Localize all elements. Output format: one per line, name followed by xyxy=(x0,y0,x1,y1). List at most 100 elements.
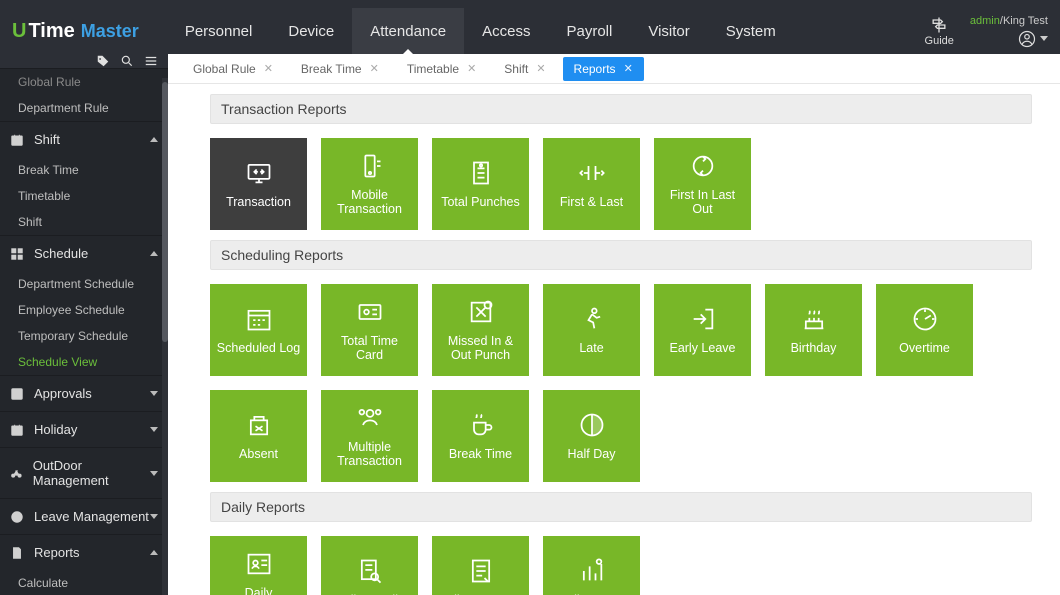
app-header: UTime Master PersonnelDeviceAttendanceAc… xyxy=(0,8,1060,54)
card-label: Birthday xyxy=(791,341,837,355)
nav-item-personnel[interactable]: Personnel xyxy=(167,8,271,54)
close-icon[interactable]: ✕ xyxy=(536,62,545,75)
report-card-mobile-transaction[interactable]: Mobile Transaction xyxy=(321,138,418,230)
card-label: Absent xyxy=(239,447,278,461)
tag-icon[interactable] xyxy=(96,54,110,68)
guide-label: Guide xyxy=(925,35,954,47)
tab-reports[interactable]: Reports✕ xyxy=(563,57,644,81)
report-card-missed-in-out-punch[interactable]: Missed In & Out Punch xyxy=(432,284,529,376)
tab-timetable[interactable]: Timetable✕ xyxy=(396,57,487,81)
chevron-down-icon xyxy=(150,514,158,519)
report-card-total-time-card[interactable]: Total Time Card xyxy=(321,284,418,376)
chevron-down-icon xyxy=(1040,36,1048,41)
report-card-daily-summary[interactable]: Daily Summary xyxy=(432,536,529,595)
sidebar-item-global-rule[interactable]: Global Rule xyxy=(0,69,168,95)
chevron-down-icon xyxy=(150,391,158,396)
card-label: Scheduled Log xyxy=(217,341,300,355)
user-menu: admin/King Test xyxy=(970,15,1048,48)
nav-item-visitor[interactable]: Visitor xyxy=(630,8,707,54)
report-card-transaction[interactable]: Transaction xyxy=(210,138,307,230)
absent-icon xyxy=(242,411,276,439)
chevron-down-icon xyxy=(150,427,158,432)
chevron-down-icon xyxy=(150,471,158,476)
report-card-first-last[interactable]: First & Last xyxy=(543,138,640,230)
cup-icon xyxy=(464,411,498,439)
nav-item-system[interactable]: System xyxy=(708,8,794,54)
report-card-first-in-last-out[interactable]: First In Last Out xyxy=(654,138,751,230)
tab-shift[interactable]: Shift ✕ xyxy=(493,57,556,81)
search-icon[interactable] xyxy=(120,54,134,68)
close-icon[interactable]: ✕ xyxy=(467,62,476,75)
tab-break-time[interactable]: Break Time ✕ xyxy=(290,57,390,81)
sidebar-group-schedule[interactable]: Schedule xyxy=(0,235,168,271)
sidebar-item-department-schedule[interactable]: Department Schedule xyxy=(0,271,168,297)
nav-item-access[interactable]: Access xyxy=(464,8,548,54)
close-icon[interactable]: ✕ xyxy=(370,62,379,75)
sidebar-item-timetable[interactable]: Timetable xyxy=(0,183,168,209)
chevron-up-icon xyxy=(150,550,158,555)
chevron-up-icon xyxy=(150,251,158,256)
report-card-total-punches[interactable]: Total Punches xyxy=(432,138,529,230)
report-card-absent[interactable]: Absent xyxy=(210,390,307,482)
sidebar-item-schedule-view[interactable]: Schedule View xyxy=(0,349,168,375)
report-card-multiple-transaction[interactable]: Multiple Transaction xyxy=(321,390,418,482)
sidebar-item-department-rule[interactable]: Department Rule xyxy=(0,95,168,121)
half-icon xyxy=(575,411,609,439)
sidebar: Global Rule Department Rule Shift Break T… xyxy=(0,54,168,595)
sidebar-group-label: Shift xyxy=(34,132,60,147)
cake-icon xyxy=(797,305,831,333)
close-icon[interactable]: ✕ xyxy=(624,62,633,75)
sidebar-group-reports[interactable]: Reports xyxy=(0,534,168,570)
report-card-early-leave[interactable]: Early Leave xyxy=(654,284,751,376)
report-card-scheduled-log[interactable]: Scheduled Log xyxy=(210,284,307,376)
card-label: First & Last xyxy=(560,195,623,209)
sidebar-item-calculate[interactable]: Calculate xyxy=(0,570,168,595)
report-card-daily-attendance[interactable]: Daily Attendance xyxy=(210,536,307,595)
sidebar-group-approvals[interactable]: Approvals xyxy=(0,375,168,411)
sidebar-scrollbar[interactable] xyxy=(162,78,168,595)
sidebar-group-leave-management[interactable]: Leave Management xyxy=(0,498,168,534)
sidebar-group-label: Reports xyxy=(34,545,80,560)
report-card-late[interactable]: Late xyxy=(543,284,640,376)
sidebar-item-break-time[interactable]: Break Time xyxy=(0,157,168,183)
nav-item-attendance[interactable]: Attendance xyxy=(352,8,464,54)
tab-label: Break Time xyxy=(301,62,362,76)
sidebar-tools xyxy=(0,54,168,69)
nav-item-payroll[interactable]: Payroll xyxy=(548,8,630,54)
card-label: Mobile Transaction xyxy=(327,188,412,217)
card-grid: Transaction Mobile Transaction Total Punch… xyxy=(210,124,1032,236)
report-card-birthday[interactable]: Birthday xyxy=(765,284,862,376)
list-icon[interactable] xyxy=(144,54,158,68)
sidebar-group-holiday[interactable]: Holiday xyxy=(0,411,168,447)
sidebar-item-temporary-schedule[interactable]: Temporary Schedule xyxy=(0,323,168,349)
sidebar-group-label: Approvals xyxy=(34,386,92,401)
sidebar-scrollbar-thumb[interactable] xyxy=(162,82,168,342)
monitor-icon xyxy=(242,159,276,187)
report-card-half-day[interactable]: Half Day xyxy=(543,390,640,482)
sidebar-group-shift[interactable]: Shift xyxy=(0,121,168,157)
sidebar-group-label: Schedule xyxy=(34,246,88,261)
report-card-break-time[interactable]: Break Time xyxy=(432,390,529,482)
app-logo: UTime Master xyxy=(12,20,139,43)
tab-global-rule[interactable]: Global Rule ✕ xyxy=(182,57,284,81)
sidebar-group-label: OutDoor Management xyxy=(33,458,150,488)
sidebar-group-outdoor-management[interactable]: OutDoor Management xyxy=(0,447,168,498)
report-card-daily-details[interactable]: Daily Details xyxy=(321,536,418,595)
user-icon xyxy=(1018,30,1036,48)
logo-master: Master xyxy=(81,21,139,42)
logo-time: Time xyxy=(28,20,74,43)
sidebar-item-shift[interactable]: Shift xyxy=(0,209,168,235)
card-label: Early Leave xyxy=(669,341,735,355)
guide-button[interactable]: Guide xyxy=(925,15,954,47)
report-card-overtime[interactable]: Overtime xyxy=(876,284,973,376)
report-card-daily-status[interactable]: Daily Status xyxy=(543,536,640,595)
card-label: Late xyxy=(579,341,603,355)
card-label: Total Time Card xyxy=(327,334,412,363)
tab-label: Global Rule xyxy=(193,62,256,76)
tab-label: Shift xyxy=(504,62,528,76)
sidebar-item-employee-schedule[interactable]: Employee Schedule xyxy=(0,297,168,323)
card-label: Multiple Transaction xyxy=(327,440,412,469)
close-icon[interactable]: ✕ xyxy=(264,62,273,75)
user-dropdown-button[interactable] xyxy=(1018,30,1048,48)
nav-item-device[interactable]: Device xyxy=(270,8,352,54)
